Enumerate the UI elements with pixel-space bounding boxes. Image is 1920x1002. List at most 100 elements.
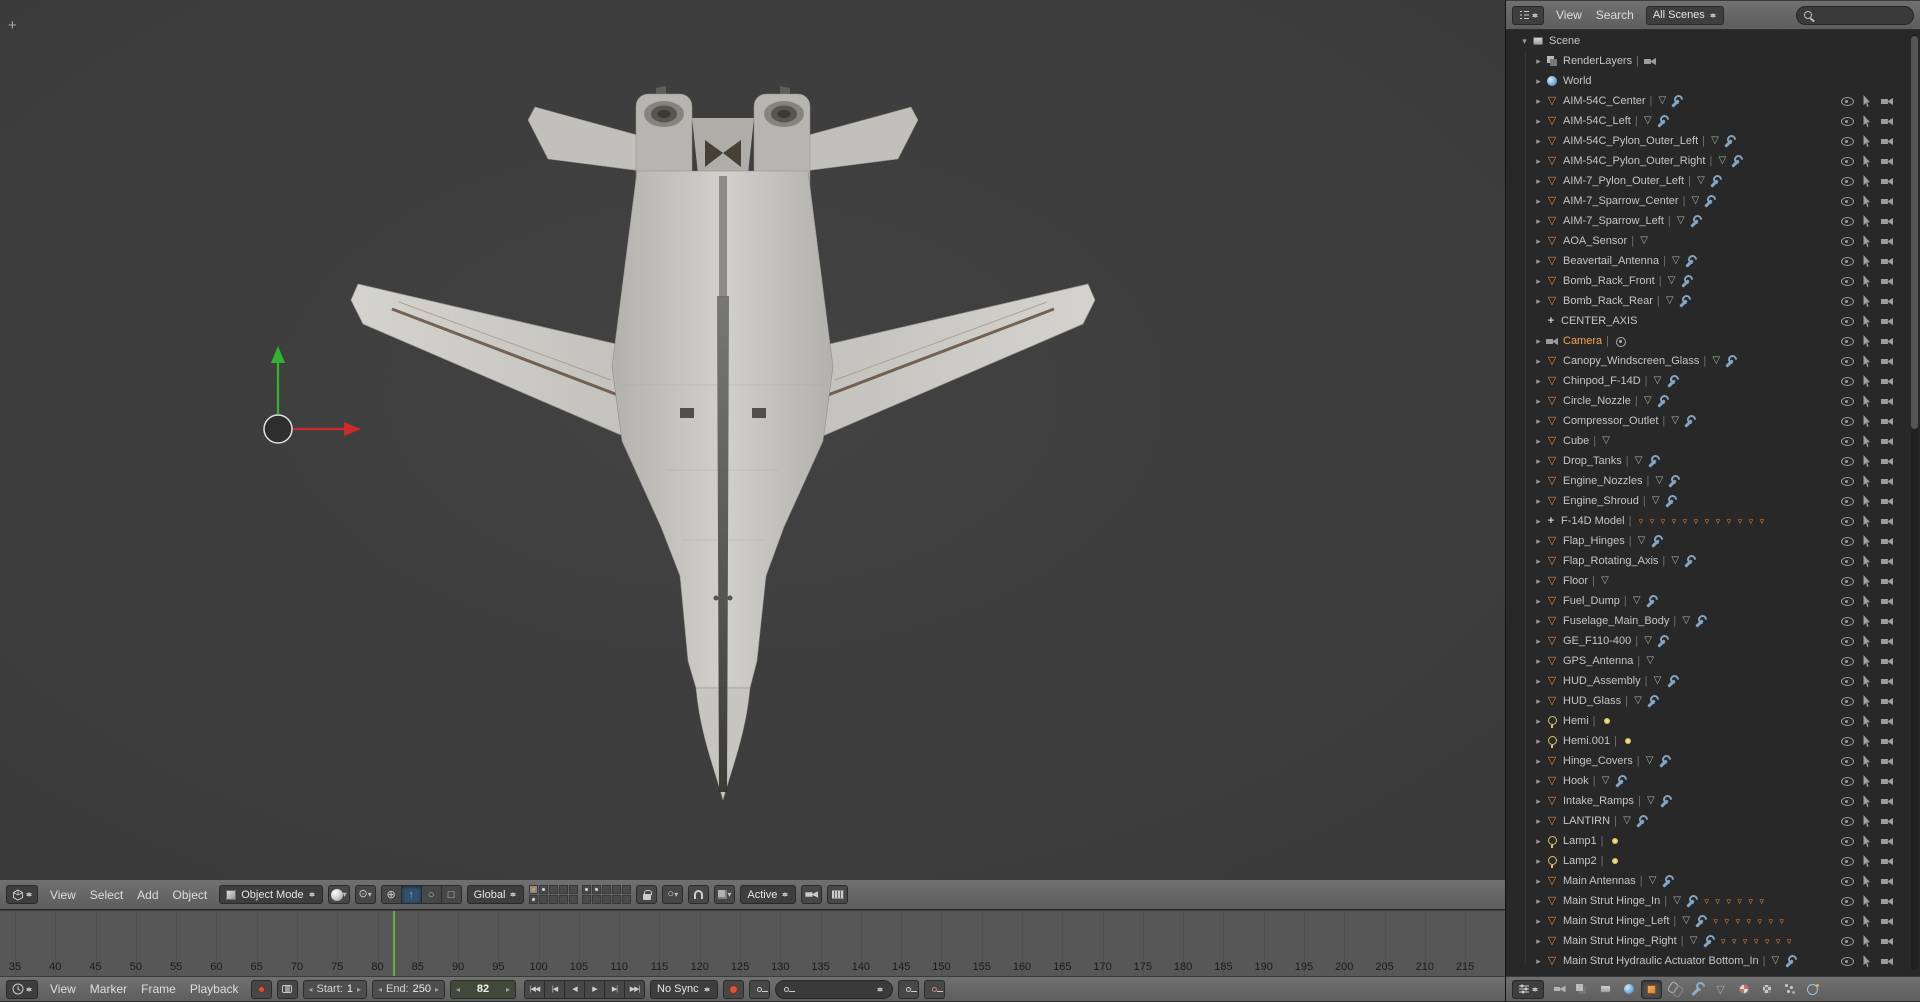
outliner-row[interactable]: ▸ ▽ Main Strut Hinge_Left | ▽ ▿ ▿ ▿ ▿ ▿ ▿ ▿ bbox=[1506, 911, 1910, 931]
outliner-row[interactable]: ▸ ▽ Cube | ▽ bbox=[1506, 431, 1910, 451]
layer-14-toggle[interactable] bbox=[612, 885, 622, 894]
expand-toggle-icon[interactable]: ▸ bbox=[1532, 176, 1545, 187]
viewport-canvas[interactable] bbox=[0, 0, 1505, 879]
outliner-row[interactable]: ▸ ▽ HUD_Glass | ▽ bbox=[1506, 691, 1910, 711]
viewport-menu-object[interactable]: Object bbox=[166, 888, 215, 902]
selectability-toggle[interactable] bbox=[1860, 794, 1874, 808]
renderability-toggle[interactable] bbox=[1880, 654, 1894, 668]
expand-toggle-icon[interactable]: ▸ bbox=[1532, 776, 1545, 787]
renderability-toggle[interactable] bbox=[1880, 414, 1894, 428]
outliner-row[interactable]: ▸ ▽ Circle_Nozzle | ▽ bbox=[1506, 391, 1910, 411]
outliner-menu-view[interactable]: View bbox=[1549, 8, 1589, 22]
rotate-manipulator-button[interactable]: ○ bbox=[420, 885, 442, 904]
selectability-toggle[interactable] bbox=[1860, 154, 1874, 168]
3d-viewport[interactable]: + bbox=[0, 0, 1505, 879]
layer-4-toggle[interactable] bbox=[559, 885, 569, 894]
expand-toggle-icon[interactable]: ▸ bbox=[1532, 596, 1545, 607]
expand-toggle-icon[interactable]: ▸ bbox=[1532, 56, 1545, 67]
outliner-row[interactable]: ▸ ▽ GPS_Antenna | ▽ bbox=[1506, 651, 1910, 671]
visibility-toggle[interactable] bbox=[1840, 654, 1854, 668]
expand-toggle-icon[interactable]: ▸ bbox=[1532, 356, 1545, 367]
expand-toggle-icon[interactable]: ▸ bbox=[1532, 456, 1545, 467]
selectability-toggle[interactable] bbox=[1860, 314, 1874, 328]
selectability-toggle[interactable] bbox=[1860, 94, 1874, 108]
stepper-right-icon[interactable]: ▸ bbox=[435, 985, 439, 994]
selectability-toggle[interactable] bbox=[1860, 234, 1874, 248]
renderability-toggle[interactable] bbox=[1880, 954, 1894, 968]
visibility-toggle[interactable] bbox=[1840, 614, 1854, 628]
insert-keyframe-button[interactable] bbox=[748, 979, 770, 999]
visibility-toggle[interactable] bbox=[1840, 194, 1854, 208]
modifiers-tab[interactable] bbox=[1687, 980, 1708, 999]
pivot-point-dropdown[interactable]: ⊙ ▾ bbox=[354, 885, 376, 904]
visibility-toggle[interactable] bbox=[1840, 214, 1854, 228]
timeline-frames-area[interactable]: 35 40 45 50 55 60 65 70 75 80 85 90 95 100 105 110 115 12… bbox=[0, 911, 1505, 976]
renderability-toggle[interactable] bbox=[1880, 874, 1894, 888]
outliner-row[interactable]: ▸ ▽ AIM-54C_Pylon_Outer_Right | ▽ bbox=[1506, 151, 1910, 171]
sync-mode-dropdown[interactable]: No Sync bbox=[650, 979, 718, 999]
outliner-row[interactable]: ▸ ▽ HUD_Assembly | ▽ bbox=[1506, 671, 1910, 691]
outliner-row[interactable]: ▸ ▽ Bomb_Rack_Front | ▽ bbox=[1506, 271, 1910, 291]
timeline-menu-frame[interactable]: Frame bbox=[134, 982, 183, 996]
expand-toggle-icon[interactable]: ▸ bbox=[1532, 756, 1545, 767]
outliner-row[interactable]: ▸ ▽ Engine_Nozzles | ▽ bbox=[1506, 471, 1910, 491]
outliner-row[interactable]: ▸ ▽ Drop_Tanks | ▽ bbox=[1506, 451, 1910, 471]
renderability-toggle[interactable] bbox=[1880, 274, 1894, 288]
expand-toggle-icon[interactable]: ▸ bbox=[1532, 156, 1545, 167]
layer-6-toggle[interactable] bbox=[529, 895, 539, 904]
remove-keyframe-button[interactable] bbox=[923, 979, 945, 999]
outliner-row[interactable]: ▸ ▽ Canopy_Windscreen_Glass | ▽ bbox=[1506, 351, 1910, 371]
viewport-menu-select[interactable]: Select bbox=[83, 888, 130, 902]
outliner-row[interactable]: ▸ ▽ Floor | ▽ bbox=[1506, 571, 1910, 591]
outliner-row[interactable]: ▾ Scene bbox=[1506, 31, 1910, 51]
visibility-toggle[interactable] bbox=[1840, 854, 1854, 868]
visibility-toggle[interactable] bbox=[1840, 514, 1854, 528]
expand-toggle-icon[interactable]: ▸ bbox=[1532, 276, 1545, 287]
timeline-ruler[interactable]: 35 40 45 50 55 60 65 70 75 80 85 90 95 100 105 110 115 12… bbox=[0, 910, 1505, 976]
scene-tab[interactable] bbox=[1595, 980, 1616, 999]
layer-7-toggle[interactable] bbox=[539, 895, 549, 904]
renderability-toggle[interactable] bbox=[1880, 234, 1894, 248]
expand-toggle-icon[interactable]: ▸ bbox=[1532, 696, 1545, 707]
outliner-row[interactable]: ▸ Camera | bbox=[1506, 331, 1910, 351]
scrollbar-thumb[interactable] bbox=[1911, 36, 1918, 430]
expand-toggle-icon[interactable]: ▸ bbox=[1532, 876, 1545, 887]
selectability-toggle[interactable] bbox=[1860, 634, 1874, 648]
selectability-toggle[interactable] bbox=[1860, 614, 1874, 628]
renderability-toggle[interactable] bbox=[1880, 314, 1894, 328]
expand-toggle-icon[interactable]: ▸ bbox=[1532, 816, 1545, 827]
opengl-render-button[interactable] bbox=[801, 885, 823, 904]
constraints-tab[interactable] bbox=[1664, 980, 1685, 999]
selectability-toggle[interactable] bbox=[1860, 754, 1874, 768]
expand-toggle-icon[interactable]: ▾ bbox=[1518, 36, 1531, 47]
snap-toggle-button[interactable] bbox=[688, 885, 710, 904]
expand-toggle-icon[interactable]: ▸ bbox=[1532, 476, 1545, 487]
expand-toggle-icon[interactable]: ▸ bbox=[1532, 896, 1545, 907]
renderability-toggle[interactable] bbox=[1880, 674, 1894, 688]
visibility-toggle[interactable] bbox=[1840, 834, 1854, 848]
renderability-toggle[interactable] bbox=[1880, 534, 1894, 548]
viewport-menu-view[interactable]: View bbox=[43, 888, 83, 902]
visibility-toggle[interactable] bbox=[1840, 874, 1854, 888]
prev-keyframe-button[interactable]: |◀ bbox=[544, 979, 565, 999]
selectability-toggle[interactable] bbox=[1860, 694, 1874, 708]
visibility-toggle[interactable] bbox=[1840, 354, 1854, 368]
viewport-menu-add[interactable]: Add bbox=[130, 888, 165, 902]
outliner-row[interactable]: ▸ ▽ LANTIRN | ▽ bbox=[1506, 811, 1910, 831]
lock-to-scene-button[interactable] bbox=[636, 885, 658, 904]
renderability-toggle[interactable] bbox=[1880, 514, 1894, 528]
outliner-row[interactable]: ▸ ▽ AIM-7_Sparrow_Left | ▽ bbox=[1506, 211, 1910, 231]
expand-toggle-icon[interactable]: ▸ bbox=[1532, 836, 1545, 847]
render-tab[interactable] bbox=[1549, 980, 1570, 999]
renderability-toggle[interactable] bbox=[1880, 374, 1894, 388]
visibility-toggle[interactable] bbox=[1840, 774, 1854, 788]
current-frame-indicator[interactable] bbox=[392, 911, 395, 976]
renderability-toggle[interactable] bbox=[1880, 94, 1894, 108]
expand-toggle-icon[interactable]: ▸ bbox=[1532, 956, 1545, 967]
outliner-row[interactable]: ▸ ▽ Fuselage_Main_Body | ▽ bbox=[1506, 611, 1910, 631]
selectability-toggle[interactable] bbox=[1860, 254, 1874, 268]
visibility-toggle[interactable] bbox=[1840, 134, 1854, 148]
outliner-row[interactable]: ▸ ▽ Chinpod_F-14D | ▽ bbox=[1506, 371, 1910, 391]
visibility-toggle[interactable] bbox=[1840, 94, 1854, 108]
outliner-row[interactable]: ▸ ▽ Main Strut Hinge_Right | ▽ ▿ ▿ ▿ ▿ ▿ ▿ ▿ bbox=[1506, 931, 1910, 951]
